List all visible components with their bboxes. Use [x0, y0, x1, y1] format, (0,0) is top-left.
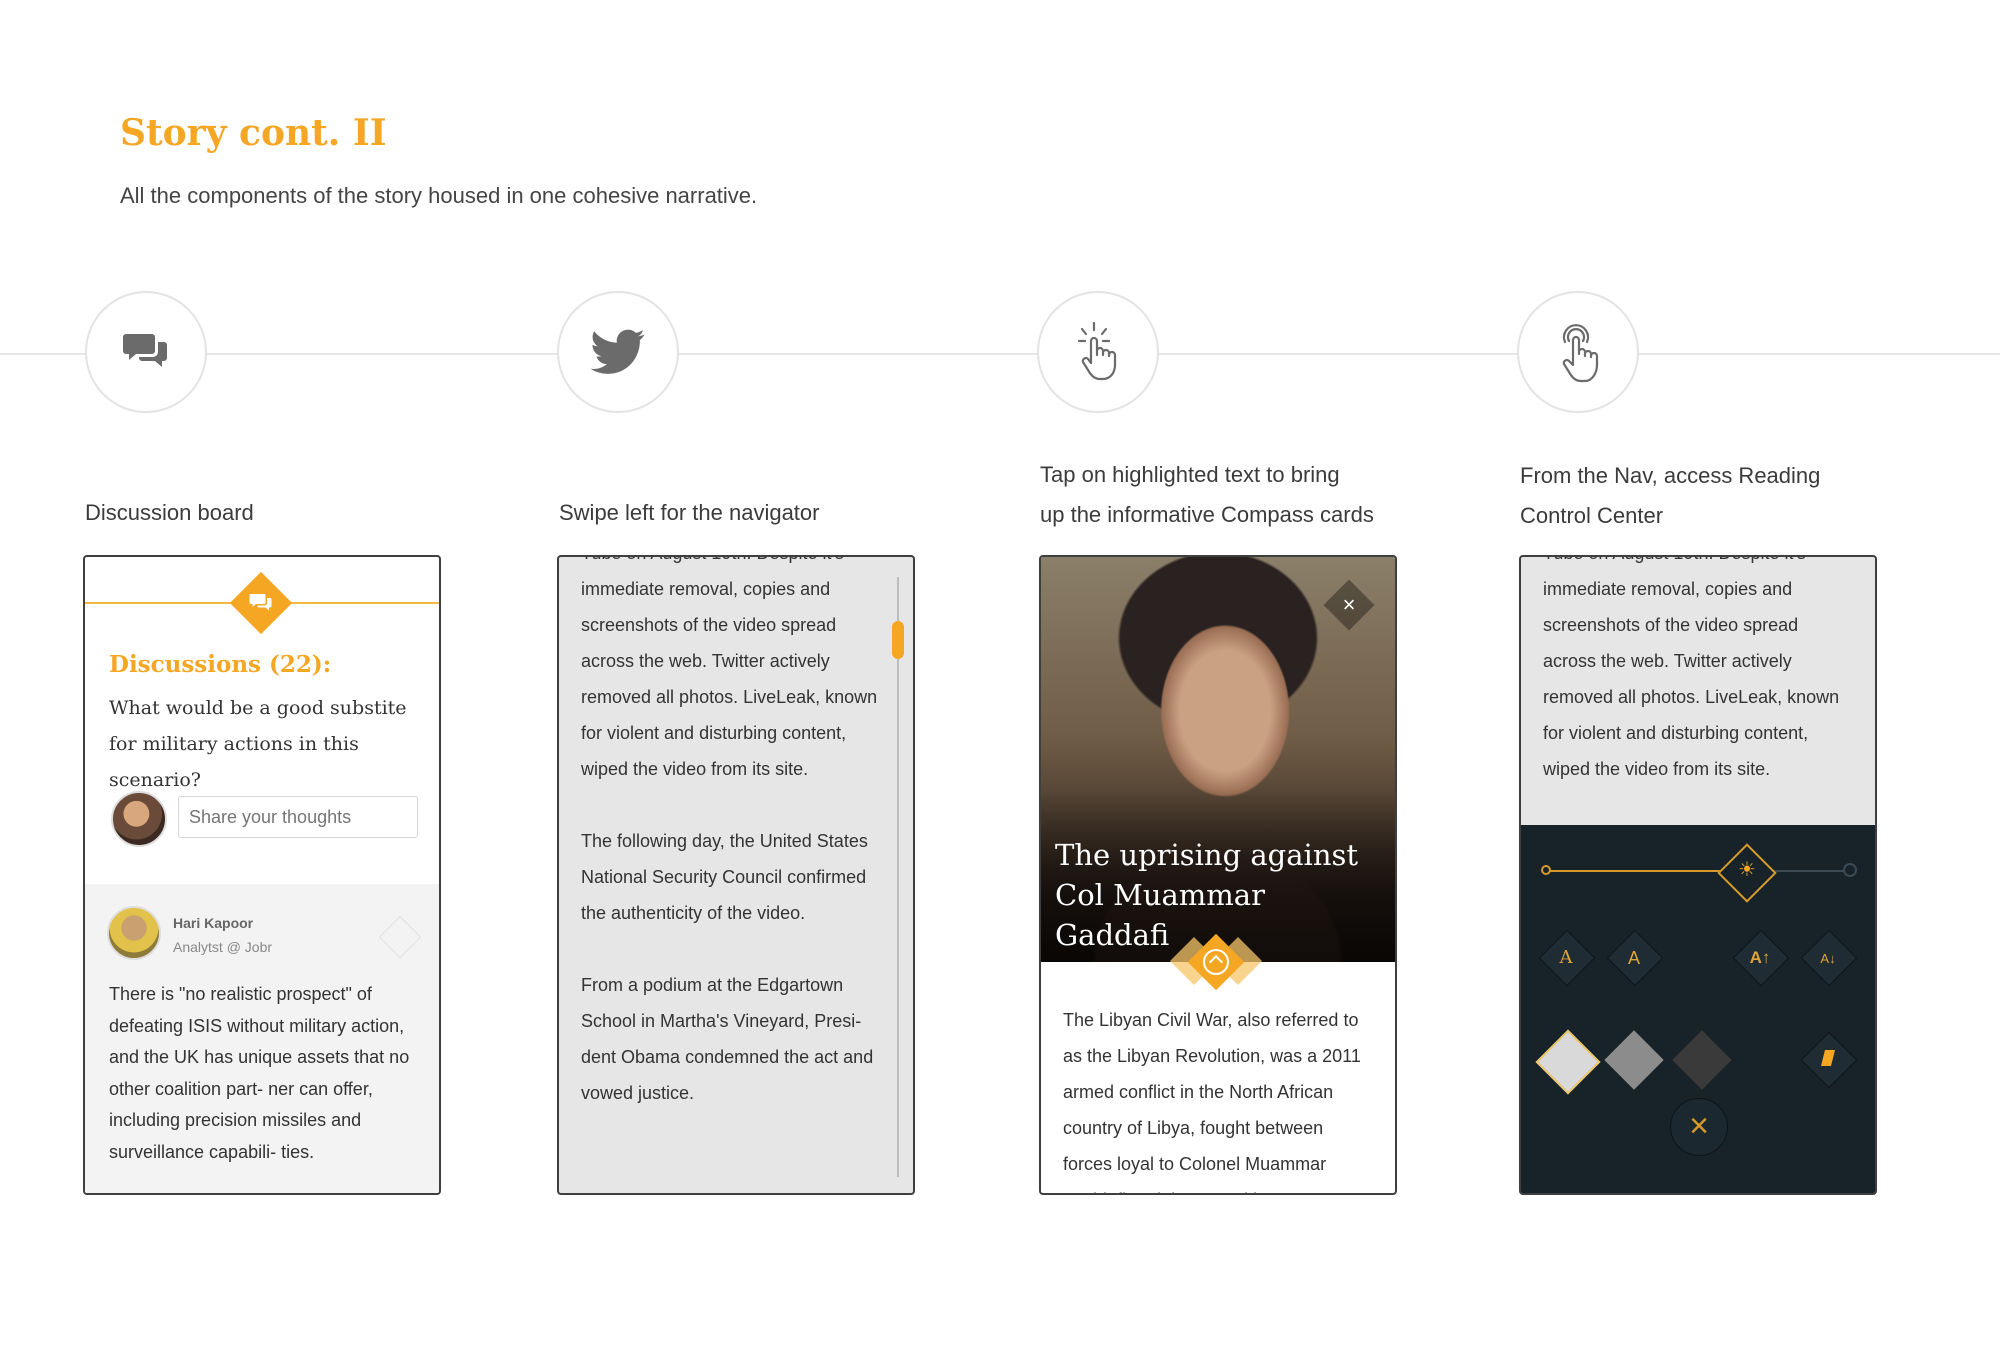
step-4-caption: From the Nav, access Reading Control Cen…: [1520, 456, 1820, 536]
reading-control-panel: ☀ A A A↑ A↓ ×: [1521, 825, 1875, 1193]
article-text: Tube on August 19th. Despite it's immedi…: [581, 557, 891, 1147]
twitter-bird-icon: [590, 329, 645, 374]
caption-line: Tap on highlighted text to bring: [1040, 462, 1340, 487]
page-subtitle: All the components of the story housed i…: [120, 183, 758, 208]
brightness-slider-fill: [1549, 870, 1727, 872]
close-button[interactable]: ×: [1670, 1098, 1728, 1156]
slider-min-dot: [1541, 865, 1551, 875]
caption-line: Control Center: [1520, 503, 1664, 528]
theme-light-button[interactable]: [1535, 1029, 1601, 1095]
navigator-track[interactable]: [897, 577, 899, 1177]
discussion-question: What would be a good substite for milita…: [109, 697, 407, 791]
step-2-caption: Swipe left for the navigator: [559, 493, 819, 533]
font-increase-label: A↑: [1749, 948, 1771, 967]
slider-max-dot: [1843, 863, 1857, 877]
step-4-circle: [1517, 291, 1639, 413]
theme-grey-button[interactable]: [1604, 1030, 1664, 1090]
timeline-line: [0, 353, 2000, 355]
paragraph: From a podium at the Edgartown School in…: [581, 975, 874, 1103]
compass-card: × The uprising against Col Muammar Gadda…: [1039, 555, 1397, 1195]
caption-line: Swipe left for the navigator: [559, 500, 820, 525]
tap-finger-icon: [1077, 321, 1117, 381]
font-serif-label: A: [1559, 947, 1573, 968]
font-decrease-label: A↓: [1820, 951, 1836, 966]
step-3-caption: Tap on highlighted text to bring up the …: [1040, 455, 1374, 535]
page-title: Story cont. II: [120, 112, 387, 154]
commenter-role: Analytst @ Jobr: [173, 939, 273, 955]
brightness-slider-track[interactable]: [1769, 870, 1843, 872]
caption-line: From the Nav, access Reading: [1520, 463, 1821, 488]
step-2-circle: [557, 291, 679, 413]
touch-finger-icon: [1562, 324, 1599, 383]
share-thoughts-input[interactable]: [178, 796, 418, 838]
paragraph: The following day, the United States Nat…: [581, 831, 868, 923]
chat-bubbles-icon: [249, 594, 272, 611]
theme-dark-button[interactable]: [1672, 1030, 1732, 1090]
commenter-avatar: [107, 906, 161, 960]
avatar: [111, 791, 167, 847]
sun-icon: ☀: [1738, 859, 1756, 881]
upvote-icon[interactable]: [378, 915, 422, 959]
swap-icon: [1821, 1050, 1835, 1066]
chat-bubbles-icon: [123, 334, 167, 367]
discussion-card: Discussions (22): What would be a good s…: [83, 555, 441, 1195]
comment-item: Hari Kapoor Analytst @ Jobr There is "no…: [85, 884, 439, 1193]
caption-line: Discussion board: [85, 500, 254, 525]
close-icon[interactable]: ×: [1336, 589, 1362, 621]
caption-line: up the informative Compass cards: [1040, 502, 1374, 527]
comment-text: There is "no realistic prospect" of defe…: [109, 984, 410, 1162]
step-1-circle: [85, 291, 207, 413]
article-text: Tube on August 19th. Despite it's immedi…: [1543, 557, 1840, 779]
reading-control-card: Tube on August 19th. Despite it's immedi…: [1519, 555, 1877, 1195]
compass-body-text: The Libyan Civil War, also referred to a…: [1063, 1010, 1361, 1193]
navigator-card: Tube on August 19th. Despite it's immedi…: [557, 555, 915, 1195]
discussions-title: Discussions (22):: [109, 651, 332, 678]
paragraph: Tube on August 19th. Despite it's immedi…: [581, 557, 878, 779]
step-1-caption: Discussion board: [85, 493, 254, 533]
commenter-name: Hari Kapoor: [173, 915, 254, 931]
step-3-circle: [1037, 291, 1159, 413]
font-sans-label: A: [1627, 948, 1640, 968]
navigator-handle[interactable]: [892, 621, 904, 659]
